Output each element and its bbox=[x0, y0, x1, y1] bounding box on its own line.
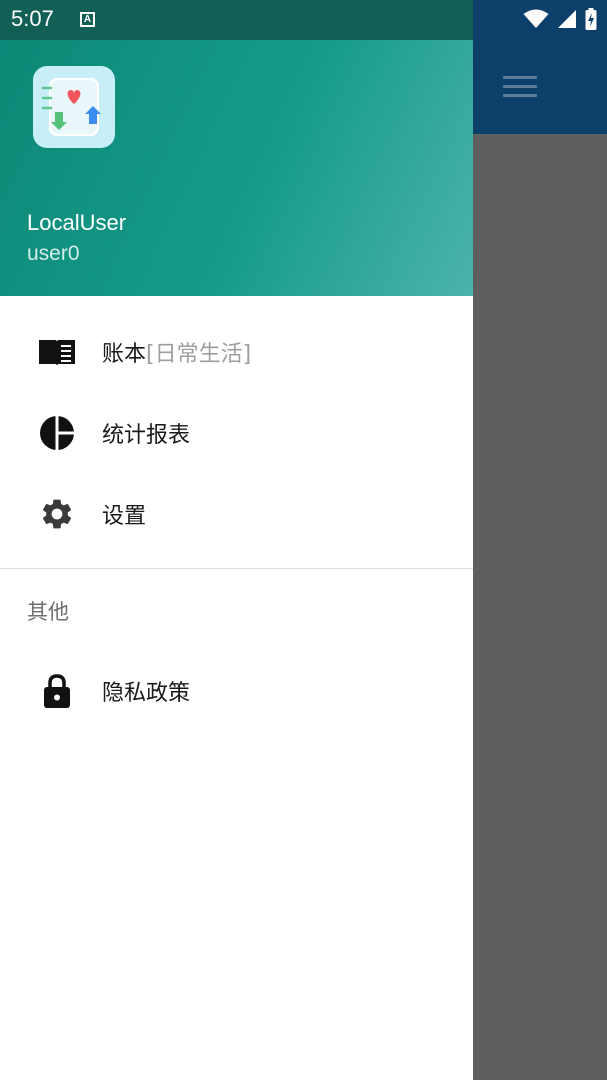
drawer-item-ledger-label: 账本 bbox=[102, 342, 147, 367]
drawer-item-ledger[interactable]: 账本[日常生活] bbox=[0, 312, 473, 392]
navigation-drawer: LocalUser user0 账本[日常生活] 统计报表 设置 其他 隐私政策 bbox=[0, 0, 473, 1080]
pie-chart-icon bbox=[38, 414, 76, 452]
section-title-other: 其他 bbox=[27, 600, 69, 624]
drawer-item-statistics-label: 统计报表 bbox=[102, 423, 191, 448]
current-ledger-name: [日常生活] bbox=[146, 342, 252, 367]
battery-icon bbox=[585, 8, 597, 30]
notification-icon: A bbox=[80, 12, 95, 27]
app-logo-icon bbox=[33, 66, 115, 148]
hamburger-menu-icon bbox=[503, 76, 537, 98]
user-id: user0 bbox=[27, 242, 80, 265]
drawer-item-statistics[interactable]: 统计报表 bbox=[0, 393, 473, 473]
lock-icon bbox=[38, 672, 76, 710]
drawer-item-privacy-policy[interactable]: 隐私政策 bbox=[0, 651, 473, 731]
book-icon bbox=[38, 333, 76, 371]
status-icons bbox=[523, 8, 597, 30]
drawer-divider bbox=[0, 568, 473, 569]
drawer-item-settings-label: 设置 bbox=[102, 504, 147, 529]
cellular-signal-icon bbox=[558, 10, 576, 28]
drawer-item-settings[interactable]: 设置 bbox=[0, 474, 473, 554]
status-bar-left bbox=[0, 0, 473, 40]
drawer-item-privacy-policy-label: 隐私政策 bbox=[102, 681, 191, 706]
status-time: 5:07 bbox=[11, 6, 54, 31]
gear-icon bbox=[38, 495, 76, 533]
user-name: LocalUser bbox=[27, 210, 127, 235]
drawer-header: LocalUser user0 bbox=[0, 40, 473, 296]
status-bar: 5:07 A bbox=[0, 0, 607, 40]
wifi-icon bbox=[523, 9, 549, 28]
